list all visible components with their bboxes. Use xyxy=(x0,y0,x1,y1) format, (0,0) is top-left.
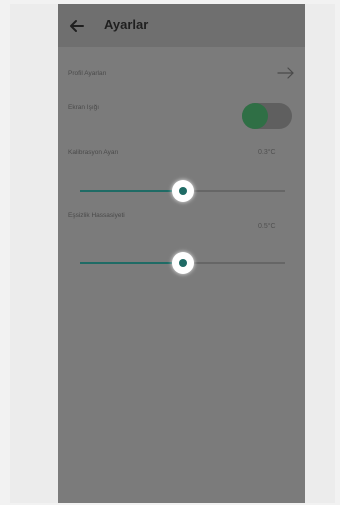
sensitivity-value: 0.5°C xyxy=(258,223,276,230)
toggle-knob xyxy=(242,103,268,129)
sensitivity-slider[interactable] xyxy=(80,252,285,274)
left-background-panel xyxy=(10,4,58,503)
app-bar: Ayarlar xyxy=(58,4,305,47)
slider-thumb[interactable] xyxy=(171,252,194,274)
page-title: Ayarlar xyxy=(104,17,149,32)
back-arrow-icon[interactable] xyxy=(68,17,86,35)
calibration-value: 0.3°C xyxy=(258,149,276,156)
right-background-panel xyxy=(305,4,335,503)
calibration-slider[interactable] xyxy=(80,180,285,202)
slider-fill xyxy=(80,262,183,264)
slider-thumb[interactable] xyxy=(171,180,194,202)
slider-fill xyxy=(80,190,183,192)
sensitivity-label: Eşsizlik Hassasiyeti xyxy=(68,212,125,219)
profile-settings-label[interactable]: Profil Ayarları xyxy=(68,70,107,77)
calibration-label: Kalibrasyon Ayarı xyxy=(68,149,119,156)
arrow-right-icon[interactable] xyxy=(277,66,295,80)
settings-screen: Ayarlar Profil Ayarları Ekran Işığı Kali… xyxy=(58,4,305,503)
screen-light-label: Ekran Işığı xyxy=(68,104,100,111)
